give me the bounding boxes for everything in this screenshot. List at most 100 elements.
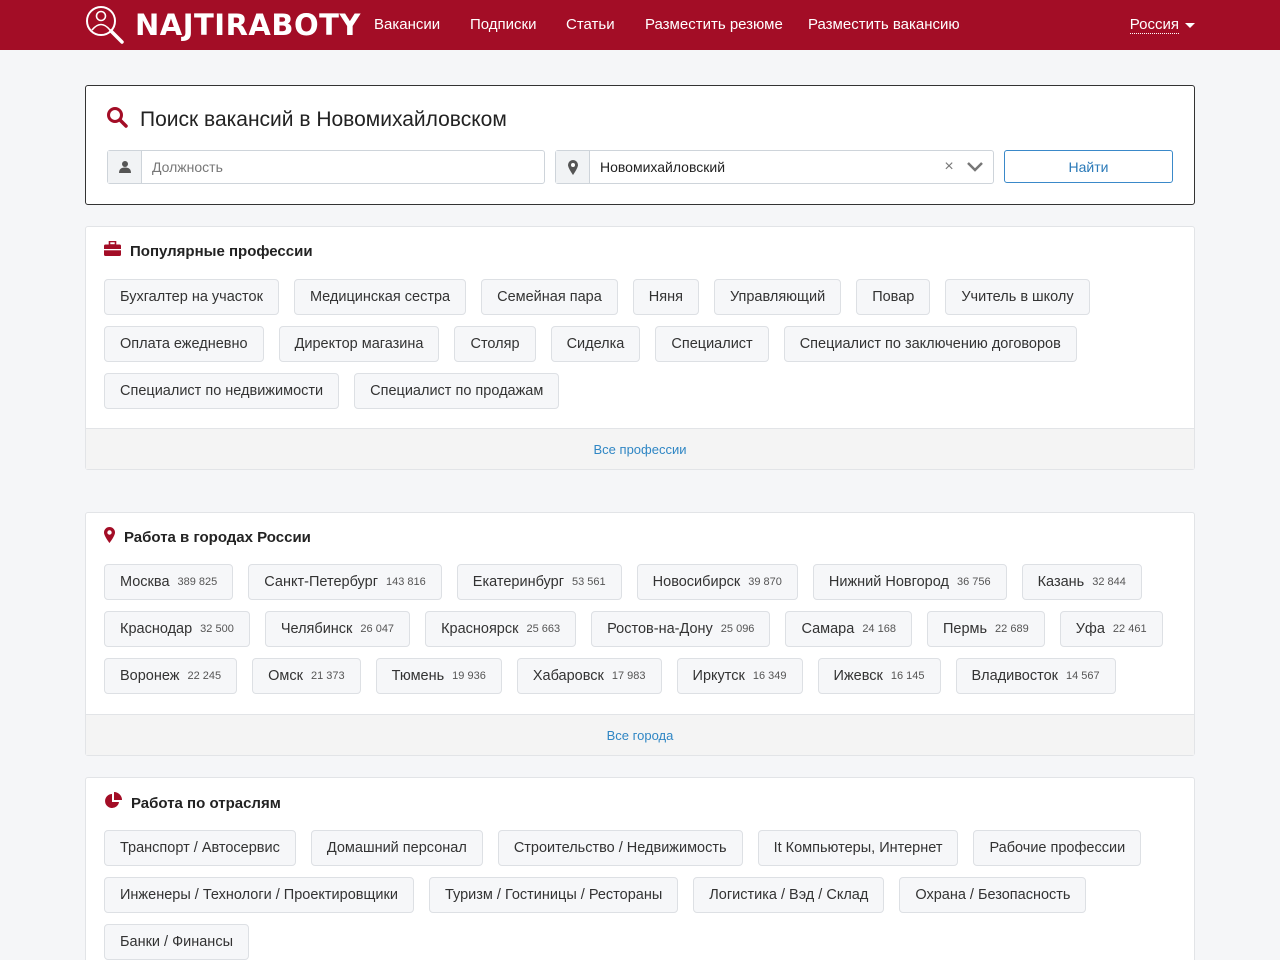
region-selector[interactable]: Россия [1129,16,1195,34]
city-tag[interactable]: Новосибирск 39 870 [636,564,798,600]
profession-tag[interactable]: Управляющий [713,279,842,315]
popular-professions-panel: Популярные профессии Бухгалтер на участо… [85,226,1195,470]
tag-label: Новосибирск [652,574,741,590]
industry-tag[interactable]: Строительство / Недвижимость [497,830,743,866]
tag-label: Москва [120,574,170,590]
vacancy-count: 143 816 [386,576,426,588]
all-professions-link[interactable]: Все профессии [594,442,687,457]
nav-articles[interactable]: Статьи [566,16,615,33]
city-tag[interactable]: Челябинск 26 047 [264,611,411,647]
tag-label: Няня [648,289,683,305]
tag-label: Уфа [1075,621,1105,637]
profession-tag[interactable]: Директор магазина [278,326,440,362]
chevron-down-icon[interactable] [957,151,993,183]
caret-down-icon [1185,22,1195,28]
nav-post-vacancy[interactable]: Разместить вакансию [808,16,960,33]
city-select-value[interactable]: Новомихайловский [590,151,941,183]
industry-tag[interactable]: Рабочие профессии [973,830,1142,866]
city-tag[interactable]: Владивосток 14 567 [955,658,1116,694]
city-tag[interactable]: Санкт-Петербург 143 816 [248,564,442,600]
tag-label: Повар [872,289,915,305]
tag-label: Омск [268,668,303,684]
tag-label: Строительство / Недвижимость [513,840,727,856]
vacancy-count: 25 096 [720,623,755,635]
tag-label: Хабаровск [532,668,604,684]
profession-tag[interactable]: Семейная пара [481,279,618,315]
vacancy-count: 21 373 [310,670,345,682]
tag-label: Учитель в школу [961,289,1074,305]
city-tag[interactable]: Москва 389 825 [104,564,234,600]
industry-tag[interactable]: Логистика / Вэд / Склад [693,877,885,913]
city-tag[interactable]: Уфа 22 461 [1059,611,1163,647]
top-navbar: NAJTIRABOTY Вакансии Подписки Статьи Раз… [0,0,1280,50]
tag-label: Столяр [470,336,520,352]
industry-tag[interactable]: Транспорт / Автосервис [104,830,296,866]
tag-label: Бухгалтер на участок [120,289,263,305]
tag-label: Оплата ежедневно [120,336,248,352]
city-tag[interactable]: Хабаровск 17 983 [516,658,662,694]
nav-post-resume[interactable]: Разместить резюме [645,16,783,33]
city-tag[interactable]: Пермь 22 689 [926,611,1045,647]
city-tag[interactable]: Казань 32 844 [1021,564,1142,600]
vacancy-count: 22 461 [1112,623,1147,635]
user-icon [108,151,142,183]
industry-tag[interactable]: Охрана / Безопасность [899,877,1087,913]
profession-tag[interactable]: Оплата ежедневно [104,326,264,362]
tag-label: Транспорт / Автосервис [120,840,280,856]
tag-label: Рабочие профессии [989,840,1126,856]
city-tag[interactable]: Воронеж 22 245 [104,658,238,694]
tag-label: Банки / Финансы [120,934,233,950]
profession-tag[interactable]: Бухгалтер на участок [104,279,279,315]
city-tag[interactable]: Ижевск 16 145 [817,658,941,694]
site-logo[interactable]: NAJTIRABOTY [85,4,361,46]
city-tag[interactable]: Нижний Новгород 36 756 [812,564,1007,600]
all-cities-link[interactable]: Все города [607,728,674,743]
map-marker-icon [556,151,590,183]
city-tag[interactable]: Иркутск 16 349 [676,658,803,694]
city-tag[interactable]: Тюмень 19 936 [375,658,502,694]
vacancy-count: 53 561 [572,576,606,588]
position-input[interactable] [142,151,544,183]
tag-label: Иркутск [692,668,745,684]
city-tag[interactable]: Омск 21 373 [252,658,361,694]
industry-tag[interactable]: Инженеры / Технологи / Проектировщики [104,877,414,913]
profession-tag[interactable]: Специалист [655,326,769,362]
city-tag[interactable]: Ростов-на-Дону 25 096 [591,611,771,647]
profession-tag[interactable]: Повар [856,279,931,315]
profession-tag[interactable]: Медицинская сестра [293,279,467,315]
profession-tag[interactable]: Специалист по недвижимости [104,373,340,409]
industry-tag[interactable]: It Компьютеры, Интернет [757,830,959,866]
city-field[interactable]: Новомихайловский × [555,150,994,184]
professions-heading: Популярные профессии [104,240,313,261]
industry-tag[interactable]: Домашний персонал [310,830,483,866]
nav-vacancies[interactable]: Вакансии [374,16,440,33]
city-tag[interactable]: Краснодар 32 500 [104,611,250,647]
map-marker-icon [104,527,115,548]
profession-tag[interactable]: Сиделка [550,326,641,362]
industry-tag[interactable]: Туризм / Гостиницы / Рестораны [428,877,679,913]
profession-tag[interactable]: Учитель в школу [945,279,1090,315]
city-tag[interactable]: Самара 24 168 [785,611,912,647]
briefcase-icon [104,240,121,261]
tag-label: Сиделка [566,336,625,352]
clear-icon[interactable]: × [941,151,957,183]
industry-tag[interactable]: Банки / Финансы [104,924,249,960]
vacancy-count: 19 936 [452,670,486,682]
tag-label: Инженеры / Технологи / Проектировщики [120,887,398,903]
profession-tag[interactable]: Специалист по заключению договоров [783,326,1077,362]
city-tag[interactable]: Красноярск 25 663 [425,611,577,647]
profession-tag[interactable]: Няня [632,279,699,315]
nav-subscriptions[interactable]: Подписки [470,16,537,33]
profession-tag[interactable]: Столяр [454,326,536,362]
city-tag[interactable]: Екатеринбург 53 561 [456,564,622,600]
profession-tag[interactable]: Специалист по продажам [354,373,560,409]
tag-label: Владивосток [971,668,1059,684]
search-heading: Поиск вакансий в Новомихайловском [106,106,507,133]
tag-label: Семейная пара [497,289,602,305]
tag-label: Ижевск [833,668,883,684]
find-button[interactable]: Найти [1004,150,1173,183]
cities-panel: Работа в городах России Москва 389 825 Сан… [85,512,1195,756]
logo-text: NAJTIRABOTY [135,8,361,42]
tag-label: Директор магазина [294,336,424,352]
tag-label: Туризм / Гостиницы / Рестораны [444,887,663,903]
